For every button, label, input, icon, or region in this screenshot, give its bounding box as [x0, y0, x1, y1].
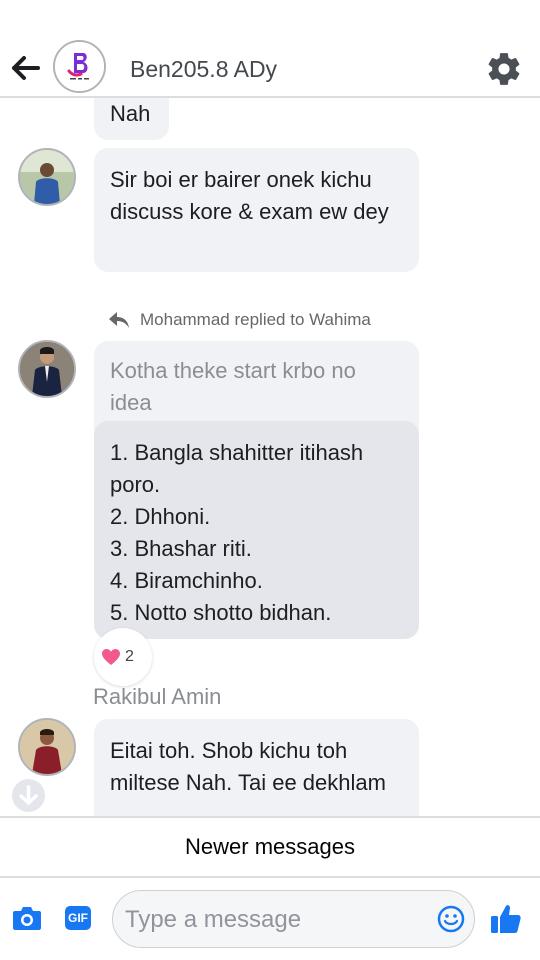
emoji-icon	[437, 905, 465, 933]
newer-messages-button[interactable]: Newer messages	[0, 816, 540, 878]
heart-icon	[102, 649, 120, 665]
reply-indicator: Mohammad replied to Wahima	[108, 308, 371, 332]
list-item: 2. Dhhoni.	[110, 504, 211, 529]
list-item: 4. Biramchinho.	[110, 568, 263, 593]
group-logo-icon	[55, 42, 104, 91]
message-bubble[interactable]: Eitai toh. Shob kichu toh miltese Nah. T…	[94, 719, 419, 816]
group-name[interactable]: Ben205.8 ADy	[130, 56, 277, 83]
message-input-container[interactable]	[112, 890, 475, 948]
group-avatar[interactable]	[53, 40, 106, 93]
list-item: 1. Bangla shahitter itihash poro.	[110, 440, 364, 497]
reply-note-text: Mohammad replied to Wahima	[140, 310, 371, 329]
camera-button[interactable]	[12, 904, 42, 932]
reaction-badge[interactable]: 2	[94, 628, 152, 686]
list-item: 5. Notto shotto bidhan.	[110, 600, 332, 625]
emoji-button[interactable]	[437, 905, 465, 933]
arrow-left-icon	[12, 56, 40, 80]
newer-messages-label: Newer messages	[185, 834, 355, 859]
quoted-text: Kotha theke start krbo no idea	[110, 358, 356, 415]
settings-button[interactable]	[485, 50, 523, 88]
message-bubble[interactable]: Sir boi er bairer onek kichu discuss kor…	[94, 148, 419, 272]
message-text: Eitai toh. Shob kichu toh miltese Nah. T…	[110, 738, 386, 795]
message-composer: GIF	[0, 878, 540, 960]
gif-button[interactable]: GIF	[65, 906, 91, 930]
message-text: Sir boi er bairer onek kichu discuss kor…	[110, 167, 389, 224]
gear-icon	[488, 53, 520, 85]
list-item: 3. Bhashar riti.	[110, 536, 252, 561]
message-input[interactable]	[125, 901, 425, 939]
sender-name: Rakibul Amin	[93, 684, 222, 709]
reply-icon	[109, 312, 129, 328]
arrow-down-icon	[19, 785, 38, 805]
sender-avatar[interactable]	[18, 718, 76, 776]
gif-icon: GIF	[68, 911, 88, 925]
message-bubble[interactable]: 1. Bangla shahitter itihash poro. 2. Dhh…	[94, 421, 419, 639]
avatar-photo	[20, 150, 74, 204]
scroll-down-button[interactable]	[12, 779, 45, 812]
message-list[interactable]: Nah Sir boi er bairer onek kichu discuss…	[0, 98, 540, 816]
back-button[interactable]	[10, 54, 42, 82]
message-text: Nah	[110, 101, 151, 126]
message-bubble[interactable]: Nah	[94, 98, 169, 140]
like-button[interactable]	[490, 903, 522, 935]
camera-icon	[13, 907, 41, 930]
chat-header: Ben205.8 ADy	[0, 0, 540, 98]
sender-avatar[interactable]	[18, 340, 76, 398]
reaction-count: 2	[125, 648, 134, 665]
sender-avatar[interactable]	[18, 148, 76, 206]
avatar-photo	[20, 720, 74, 774]
thumbs-up-icon	[491, 905, 521, 933]
avatar-photo	[20, 342, 74, 396]
